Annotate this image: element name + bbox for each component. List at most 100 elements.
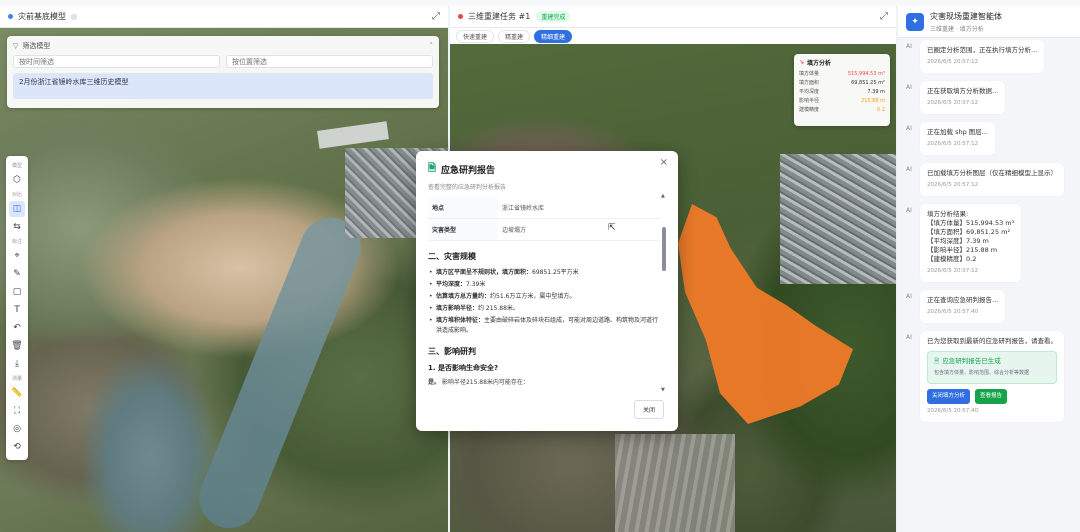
message-text: 已圈定分析范围，正在执行填方分析... bbox=[927, 46, 1038, 54]
agent-panel: ✦ 灾害现场重建智能体 三维重建 · 填方分析 AI 已圈定分析范围，正在执行填方… bbox=[898, 6, 1080, 532]
left-panel-header: 灾前基底模型 ⤢ bbox=[0, 6, 448, 28]
scroll-up-icon[interactable]: ▲ bbox=[661, 193, 665, 199]
tag-icon bbox=[71, 13, 77, 20]
filter-box: ▽ 筛选模型 ˄ 2月份浙江省镜岭水库三维历史模型 bbox=[7, 36, 439, 108]
filter-icon: ▽ bbox=[13, 42, 19, 50]
ai-avatar-label: AI bbox=[906, 43, 912, 50]
table-row: 灾害类型 边坡塌方 bbox=[428, 218, 660, 241]
ai-avatar-label: AI bbox=[906, 334, 912, 341]
fill-row-label: 影响半径 bbox=[799, 98, 820, 104]
modal-header: 🗎 应急研判报告 查看完整的应急研判分析报告 × bbox=[416, 151, 678, 191]
modal-scrollbar[interactable]: ▲ ▼ bbox=[661, 193, 666, 393]
close-button[interactable]: 关闭 bbox=[633, 400, 664, 419]
list-item: 平均深度：7.39米 bbox=[428, 280, 660, 290]
timestamp: 2026/6/5 20:57:12 bbox=[927, 100, 979, 106]
fill-row-label: 填方面积 bbox=[799, 80, 820, 86]
toolbar-group-label: 测量 bbox=[11, 376, 22, 382]
section-heading: 二、灾害规模 bbox=[428, 252, 476, 261]
close-icon[interactable]: × bbox=[660, 157, 668, 168]
chat-message: AI 填方分析结果: 【填方体量】515,994.53 m³ 【填方面积】69,… bbox=[906, 204, 1072, 282]
app-root: 灾前基底模型 ⤢ ▽ 筛选模型 ˄ 2月份浙江省镜岭水库三维历史模型 模型 ⬡ bbox=[0, 0, 1080, 532]
fill-row-value: 7.39 m bbox=[867, 89, 885, 95]
bullet-key: 估算填方总方量约： bbox=[436, 293, 491, 300]
fill-row-value: 515,994.53 m³ bbox=[847, 71, 885, 77]
view-report-button[interactable]: 查看报告 bbox=[975, 389, 1008, 404]
location-filter-input[interactable] bbox=[226, 55, 433, 68]
expand-icon[interactable]: ⤢ bbox=[880, 11, 888, 22]
agent-subtitle: 三维重建 · 填方分析 bbox=[930, 25, 984, 33]
scroll-thumb[interactable] bbox=[662, 227, 666, 271]
filter-header[interactable]: ▽ 筛选模型 ˄ bbox=[13, 40, 433, 52]
fullscreen-icon[interactable]: ⛶ bbox=[9, 403, 25, 419]
fill-row-value: 0.2 bbox=[877, 107, 885, 113]
ruler-icon[interactable]: 📏 bbox=[9, 385, 25, 401]
toolbar-group-label: 对比 bbox=[11, 192, 22, 198]
quarry bbox=[615, 434, 735, 532]
modal-body[interactable]: 地点 浙江省镜岭水库 灾害类型 边坡塌方 二、灾害规模 填方区平面呈不规则状，填… bbox=[428, 193, 660, 389]
delete-icon[interactable]: 🗑 bbox=[9, 338, 25, 354]
sync-icon[interactable]: ⇆ bbox=[9, 219, 25, 235]
time-filter-input[interactable] bbox=[13, 55, 220, 68]
fill-row-value: 215.88 m bbox=[861, 98, 885, 104]
section-heading: 三、影响研判 bbox=[428, 347, 476, 356]
fill-row-label: 平均深度 bbox=[799, 89, 820, 95]
compass-icon[interactable]: ◎ bbox=[9, 421, 25, 437]
info-table: 地点 浙江省镜岭水库 灾害类型 边坡塌方 bbox=[428, 197, 660, 241]
ai-avatar-label: AI bbox=[906, 207, 912, 214]
chat-message: AI 正在加载 shp 图层... 2026/6/5 20:57:12 bbox=[906, 122, 1072, 155]
report-card[interactable]: 🗎 应急研判报告已生成 包含填方体量、影响范围、综合分析等数据 bbox=[927, 351, 1057, 384]
message-bubble: 已圈定分析范围，正在执行填方分析... 2026/6/5 20:57:12 bbox=[920, 40, 1045, 73]
reset-icon[interactable]: ⟲ bbox=[9, 439, 25, 455]
fill-analysis-card: ↘ 填方分析 填方体量 515,994.53 m³ 填方面积 69,851.25 m… bbox=[794, 54, 890, 126]
tab-reconstruct[interactable]: 精重建 bbox=[498, 29, 531, 43]
answer-bold: 是。 bbox=[428, 379, 441, 386]
fill-row: 填方体量 515,994.53 m³ bbox=[799, 70, 885, 79]
message-bubble: 正在获取填方分析数据... 2026/6/5 20:57:12 bbox=[920, 81, 1006, 114]
info-value: 浙江省镜岭水库 bbox=[498, 197, 660, 219]
map-toolbar: 模型 ⬡ 对比 ◫ ⇆ 标注 ⌖ ✎ ▢ T ↶ 🗑 ⤓ 测量 📏 ⛶ ◎ ⟲ bbox=[6, 156, 28, 460]
message-bubble: 正在加载 shp 图层... 2026/6/5 20:57:12 bbox=[920, 122, 995, 155]
bullet-key: 填方堆积体特征： bbox=[436, 317, 485, 324]
pin-icon[interactable]: ⌖ bbox=[9, 248, 25, 264]
left-panel: 灾前基底模型 ⤢ ▽ 筛选模型 ˄ 2月份浙江省镜岭水库三维历史模型 模型 ⬡ bbox=[0, 6, 448, 532]
list-item: 填方堆积体特征：主要由破碎岩体及碎块石组成，可能对周边道路、构筑物及河道行洪造成… bbox=[428, 316, 660, 336]
timestamp: 2026/6/5 20:57:12 bbox=[927, 268, 979, 274]
timestamp: 2026/6/5 20:57:40 bbox=[927, 408, 979, 414]
table-row: 地点 浙江省镜岭水库 bbox=[428, 197, 660, 219]
bullet-key: 填方影响半径： bbox=[436, 305, 479, 312]
timestamp: 2026/6/5 20:57:12 bbox=[927, 59, 979, 65]
scroll-down-icon[interactable]: ▼ bbox=[661, 387, 665, 393]
download-icon[interactable]: ⤓ bbox=[9, 356, 25, 372]
split-view-icon[interactable]: ◫ bbox=[9, 201, 25, 217]
chevron-up-icon[interactable]: ˄ bbox=[430, 42, 434, 50]
cube-icon[interactable]: ⬡ bbox=[9, 172, 25, 188]
bullet-text: 7.39米 bbox=[466, 281, 486, 288]
tab-fine-reconstruct[interactable]: 精细重建 bbox=[534, 29, 573, 43]
mid-panel-title: 三维重建任务 #1 bbox=[468, 12, 531, 21]
reconstruction-tabs: 快速重建 精重建 精细重建 bbox=[450, 28, 896, 44]
tab-quick-reconstruct[interactable]: 快速重建 bbox=[456, 29, 495, 43]
message-text: 已为您获取到最新的应急研判报告，请查看。 bbox=[927, 337, 1057, 345]
filter-label: 筛选模型 bbox=[22, 42, 51, 50]
status-badge: 重建完成 bbox=[536, 11, 571, 22]
message-text: 已加载填方分析图层（仅在精细模型上显示） bbox=[927, 169, 1057, 177]
answer-body: 影响半径215.88米内可能存在： bbox=[441, 379, 529, 386]
rectangle-icon[interactable]: ▢ bbox=[9, 284, 25, 300]
filter-result-item[interactable]: 2月份浙江省镜岭水库三维历史模型 bbox=[13, 73, 433, 99]
close-fill-analysis-button[interactable]: 关闭填方分析 bbox=[927, 389, 971, 404]
undo-icon[interactable]: ↶ bbox=[9, 320, 25, 336]
pen-icon[interactable]: ✎ bbox=[9, 266, 25, 282]
info-key: 地点 bbox=[428, 197, 498, 219]
answer-text: 是。 影响半径215.88米内可能存在： bbox=[428, 377, 660, 386]
fill-row-value: 69,851.25 m² bbox=[851, 80, 885, 86]
document-icon: 🗎 bbox=[428, 163, 437, 174]
bullet-text: 约51.6万立方米，属中型填方。 bbox=[490, 293, 576, 300]
fill-analysis-title: ↘ 填方分析 bbox=[799, 58, 885, 67]
text-icon[interactable]: T bbox=[9, 302, 25, 318]
message-text: 正在加载 shp 图层... bbox=[927, 128, 988, 136]
bullet-text: 69851.25平方米 bbox=[532, 269, 579, 276]
message-list[interactable]: AI 已圈定分析范围，正在执行填方分析... 2026/6/5 20:57:12 A… bbox=[898, 40, 1080, 530]
expand-icon[interactable]: ⤢ bbox=[432, 11, 440, 22]
village bbox=[780, 154, 896, 284]
agent-title: 灾害现场重建智能体 bbox=[930, 11, 1002, 21]
